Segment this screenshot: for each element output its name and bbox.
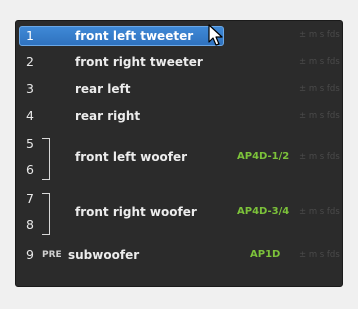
channel-row-4[interactable]: 4 rear right ± m s fds bbox=[16, 104, 342, 128]
amp-tag: AP1D bbox=[250, 249, 281, 260]
channel-row-1[interactable]: 1 front left tweeter ± m s fds bbox=[16, 23, 342, 47]
delay-readout: ± m s fds bbox=[299, 84, 340, 94]
channel-number: 2 bbox=[26, 54, 34, 69]
group-name: front right woofer bbox=[75, 205, 197, 219]
delay-readout: ± m s fds bbox=[299, 250, 340, 260]
amp-tag: AP4D-3/4 bbox=[237, 206, 290, 217]
channel-name: rear left bbox=[75, 82, 131, 96]
delay-readout: ± m s fds bbox=[299, 30, 340, 40]
mouse-pointer-icon bbox=[208, 24, 223, 46]
channel-row-2[interactable]: 2 front right tweeter ± m s fds bbox=[16, 50, 342, 74]
channel-row-9[interactable]: 9 PRE subwoofer AP1D ± m s fds bbox=[16, 243, 342, 267]
channel-number: 3 bbox=[26, 81, 34, 96]
pre-badge: PRE bbox=[42, 250, 62, 260]
channel-number: 1 bbox=[26, 28, 34, 43]
group-name: front left woofer bbox=[75, 150, 188, 164]
delay-readout: ± m s fds bbox=[299, 111, 340, 121]
channel-name: front right tweeter bbox=[75, 55, 203, 69]
channel-name: rear right bbox=[75, 109, 141, 123]
channel-row-3[interactable]: 3 rear left ± m s fds bbox=[16, 77, 342, 101]
delay-readout: ± m s fds bbox=[299, 152, 340, 162]
channel-list: 1 front left tweeter ± m s fds 2 front r… bbox=[15, 20, 343, 287]
selected-highlight: 1 front left tweeter bbox=[19, 26, 224, 46]
channel-group-5-6[interactable]: front left woofer AP4D-1/2 ± m s fds bbox=[16, 145, 342, 169]
channel-name: subwoofer bbox=[68, 248, 140, 262]
channel-name: front left tweeter bbox=[75, 29, 194, 43]
amp-tag: AP4D-1/2 bbox=[237, 151, 290, 162]
channel-number: 4 bbox=[26, 108, 34, 123]
channel-group-7-8[interactable]: front right woofer AP4D-3/4 ± m s fds bbox=[16, 200, 342, 224]
channel-number: 9 bbox=[26, 247, 34, 262]
delay-readout: ± m s fds bbox=[299, 57, 340, 67]
delay-readout: ± m s fds bbox=[299, 207, 340, 217]
